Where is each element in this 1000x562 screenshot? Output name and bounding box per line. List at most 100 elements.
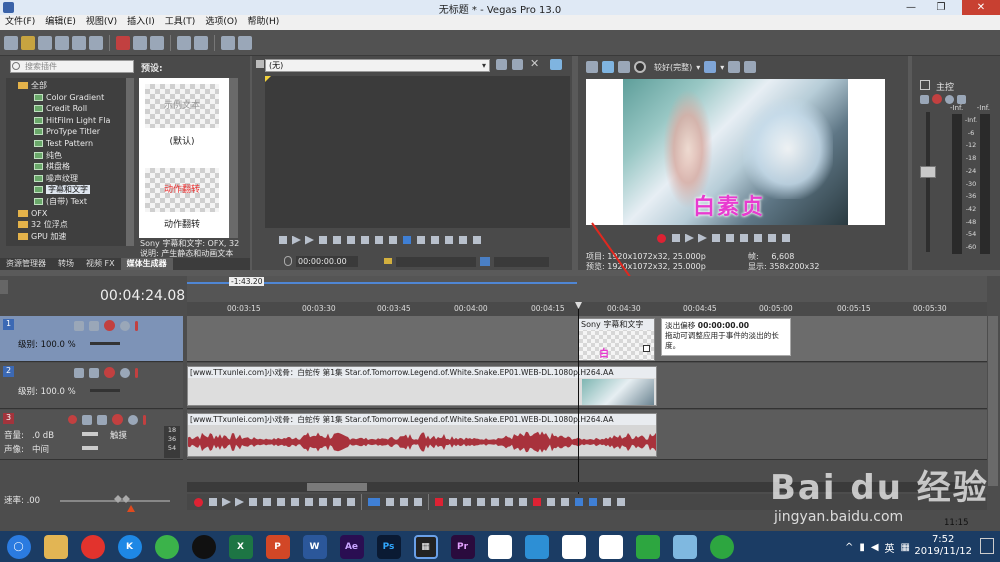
out-marker-icon[interactable]: [480, 257, 490, 266]
search-input[interactable]: 搜索插件: [10, 60, 134, 73]
taskbar-app-misc-icon[interactable]: [598, 534, 623, 559]
lock-icon[interactable]: [505, 498, 513, 506]
preset-scrollbar[interactable]: [229, 78, 238, 238]
open-icon[interactable]: [21, 35, 35, 50]
tree-item[interactable]: 噪声纹理: [6, 173, 134, 185]
motion-icon[interactable]: [74, 367, 84, 378]
menu-insert[interactable]: 插入(I): [122, 15, 160, 30]
edit-tool-icon[interactable]: [368, 498, 380, 506]
pause-icon[interactable]: [712, 234, 720, 242]
play-icon[interactable]: [698, 233, 707, 243]
rewind-icon[interactable]: [768, 234, 776, 242]
taskbar-app-misc-icon[interactable]: [561, 534, 586, 559]
close-icon[interactable]: ✕: [530, 57, 539, 70]
region-icon[interactable]: [547, 498, 555, 506]
fx-icon[interactable]: [618, 61, 630, 73]
delete-icon[interactable]: [435, 498, 443, 506]
grid-icon[interactable]: [704, 61, 717, 73]
help-icon[interactable]: [238, 35, 252, 50]
mute-icon[interactable]: [120, 367, 130, 378]
fx-icon[interactable]: [89, 367, 99, 378]
motion-icon[interactable]: [74, 320, 84, 331]
taskbar-app-misc-icon[interactable]: [524, 534, 549, 559]
fx-icon[interactable]: [89, 320, 99, 331]
rewind-icon[interactable]: [375, 236, 383, 244]
fx-icon[interactable]: [920, 94, 929, 104]
menu-help[interactable]: 帮助(H): [242, 15, 284, 30]
audio-event[interactable]: [www.TTxunlei.com]小戏骨：白蛇传 第1集 Star.of.To…: [187, 413, 657, 457]
loop-icon[interactable]: [279, 236, 287, 244]
track-header-video-1[interactable]: 1 级别: 100.0 %: [0, 316, 183, 362]
forward-icon[interactable]: [319, 498, 327, 506]
split-screen-icon[interactable]: [634, 61, 646, 73]
tree-item[interactable]: (自带) Text: [6, 196, 134, 208]
monitor-icon[interactable]: [550, 59, 562, 70]
menu-edit[interactable]: 编辑(E): [40, 15, 81, 30]
menu-tools[interactable]: 工具(T): [160, 15, 201, 30]
track-header-video-2[interactable]: 2 级别: 100.0 %: [0, 363, 183, 409]
solo-icon[interactable]: [135, 367, 138, 378]
minimize-button[interactable]: —: [898, 0, 924, 15]
taskbar-app-word-icon[interactable]: W: [302, 534, 327, 559]
pause-icon[interactable]: [319, 236, 327, 244]
tree-item[interactable]: Test Pattern: [6, 138, 134, 150]
taskbar-app-wechat-icon[interactable]: [154, 534, 179, 559]
tree-item[interactable]: 32 位浮点: [6, 219, 134, 231]
chevron-down-icon[interactable]: ▾: [720, 63, 724, 72]
solo-icon[interactable]: [135, 320, 138, 331]
taskbar-app-misc-icon[interactable]: [635, 534, 660, 559]
gear-icon[interactable]: [932, 94, 942, 104]
hscroll-thumb[interactable]: [307, 483, 367, 491]
stop-icon[interactable]: [333, 236, 341, 244]
forward-icon[interactable]: [389, 236, 397, 244]
event-fx-icon[interactable]: [643, 345, 650, 352]
prev-icon[interactable]: [277, 498, 285, 506]
preset-thumbnail[interactable]: 示例文本: [145, 84, 219, 128]
forward-icon[interactable]: [782, 234, 790, 242]
menu-view[interactable]: 视图(V): [81, 15, 122, 30]
close-button[interactable]: ✕: [962, 0, 1000, 15]
audio-icon[interactable]: [459, 236, 467, 244]
prev-frame-icon[interactable]: [347, 236, 355, 244]
copy-snapshot-icon[interactable]: [728, 61, 741, 73]
out-point-field[interactable]: [494, 257, 549, 267]
solo-icon[interactable]: [957, 94, 966, 104]
trim-icon[interactable]: [449, 498, 457, 506]
redo-icon[interactable]: [194, 35, 208, 50]
gear-icon[interactable]: [104, 320, 115, 331]
frame-icon[interactable]: [347, 498, 355, 506]
arm-record-icon[interactable]: [68, 415, 77, 424]
taskbar-app-misc-icon[interactable]: [709, 534, 734, 559]
mute-icon[interactable]: [128, 414, 138, 425]
taskbar-app-vegas-icon[interactable]: ▦: [413, 534, 438, 559]
rewind-icon[interactable]: [305, 498, 313, 506]
copy-icon[interactable]: [133, 35, 147, 50]
track-header-audio-3[interactable]: 3 音量: .0 dB 触摸 声像: 中间 18 36 54: [0, 410, 183, 460]
automation-mode[interactable]: 触摸: [110, 429, 127, 441]
keyboard-icon[interactable]: ▦: [901, 542, 910, 553]
ignore-grouping-icon[interactable]: [617, 498, 625, 506]
in-point-field[interactable]: [396, 257, 476, 267]
notification-icon[interactable]: [980, 538, 994, 554]
marker-icon[interactable]: [519, 498, 527, 506]
trim-start-icon[interactable]: [463, 498, 471, 506]
taskbar-app-explorer-icon[interactable]: [43, 534, 68, 559]
tree-item-selected[interactable]: 字幕和文字: [6, 184, 134, 196]
rate-slider[interactable]: [60, 500, 170, 502]
pin-icon[interactable]: [256, 60, 264, 68]
text-event[interactable]: Sony 字幕和文字 白: [578, 318, 655, 361]
taskbar-app-k-icon[interactable]: K: [117, 534, 142, 559]
taskbar-app-qq-icon[interactable]: [191, 534, 216, 559]
master-fader-handle[interactable]: [920, 166, 936, 178]
trimmer-tool-icon[interactable]: [496, 59, 507, 70]
split-icon[interactable]: [491, 498, 499, 506]
loop-icon[interactable]: [209, 498, 217, 506]
envelope-tool-icon[interactable]: [386, 498, 394, 506]
taskbar-app-browser-icon[interactable]: ◯: [6, 534, 31, 559]
fx-icon[interactable]: [97, 414, 107, 425]
save-as-icon[interactable]: [55, 35, 69, 50]
auto-ripple-icon[interactable]: [589, 498, 597, 506]
volume-icon[interactable]: ◀: [871, 542, 879, 553]
video-event[interactable]: [www.TTxunlei.com]小戏骨：白蛇传 第1集 Star.of.To…: [187, 366, 657, 406]
tab-explorer[interactable]: 资源管理器: [0, 258, 52, 270]
